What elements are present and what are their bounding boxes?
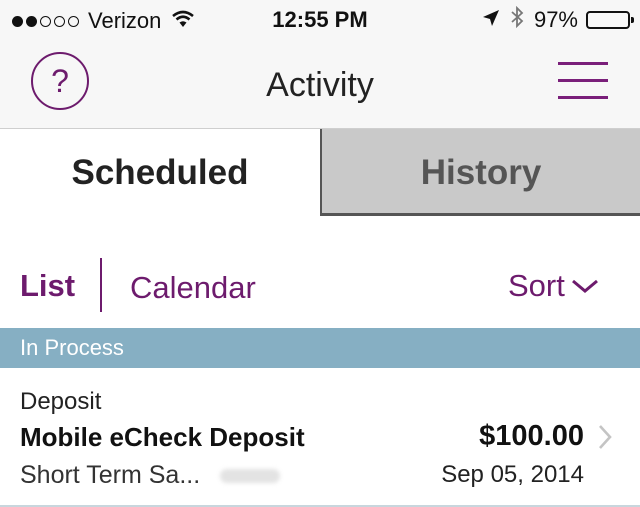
account-label: Short Term Sa... xyxy=(20,461,201,489)
menu-line xyxy=(558,79,608,82)
tab-scheduled[interactable]: Scheduled xyxy=(0,129,320,216)
location-arrow-icon xyxy=(482,7,500,33)
chevron-right-icon xyxy=(598,424,612,455)
view-toggle-bar: List Calendar Sort xyxy=(0,250,640,320)
masked-account-number xyxy=(220,469,281,484)
hamburger-menu-icon[interactable] xyxy=(558,62,608,102)
activity-tabs: Scheduled History xyxy=(0,129,640,216)
nav-bar: ? Activity xyxy=(0,40,640,129)
transaction-amount: $100.00 xyxy=(479,420,584,452)
transaction-account: Short Term Sa... xyxy=(20,461,281,490)
transaction-type: Deposit xyxy=(20,388,102,415)
menu-line xyxy=(558,62,608,65)
tab-history[interactable]: History xyxy=(320,129,640,216)
view-list-button[interactable]: List xyxy=(20,268,75,304)
battery-percent: 97% xyxy=(533,7,578,32)
sort-label: Sort xyxy=(508,268,565,303)
transaction-row[interactable]: Deposit Mobile eCheck Deposit $100.00 Sh… xyxy=(0,368,640,507)
section-title: In Process xyxy=(20,335,124,360)
bluetooth-icon xyxy=(510,5,524,34)
page-title: Activity xyxy=(266,66,374,104)
transaction-name: Mobile eCheck Deposit xyxy=(20,422,305,452)
section-header-in-process: In Process xyxy=(0,328,640,368)
transaction-date: Sep 05, 2014 xyxy=(441,461,584,488)
view-divider xyxy=(100,258,102,312)
view-calendar-button[interactable]: Calendar xyxy=(130,270,256,306)
sort-button[interactable]: Sort xyxy=(508,268,599,304)
battery-icon xyxy=(586,11,634,29)
menu-line xyxy=(558,96,608,99)
status-right: 97% xyxy=(482,5,634,34)
status-bar: Verizon 12:55 PM 97% xyxy=(0,0,640,40)
chevron-down-icon xyxy=(571,279,598,293)
